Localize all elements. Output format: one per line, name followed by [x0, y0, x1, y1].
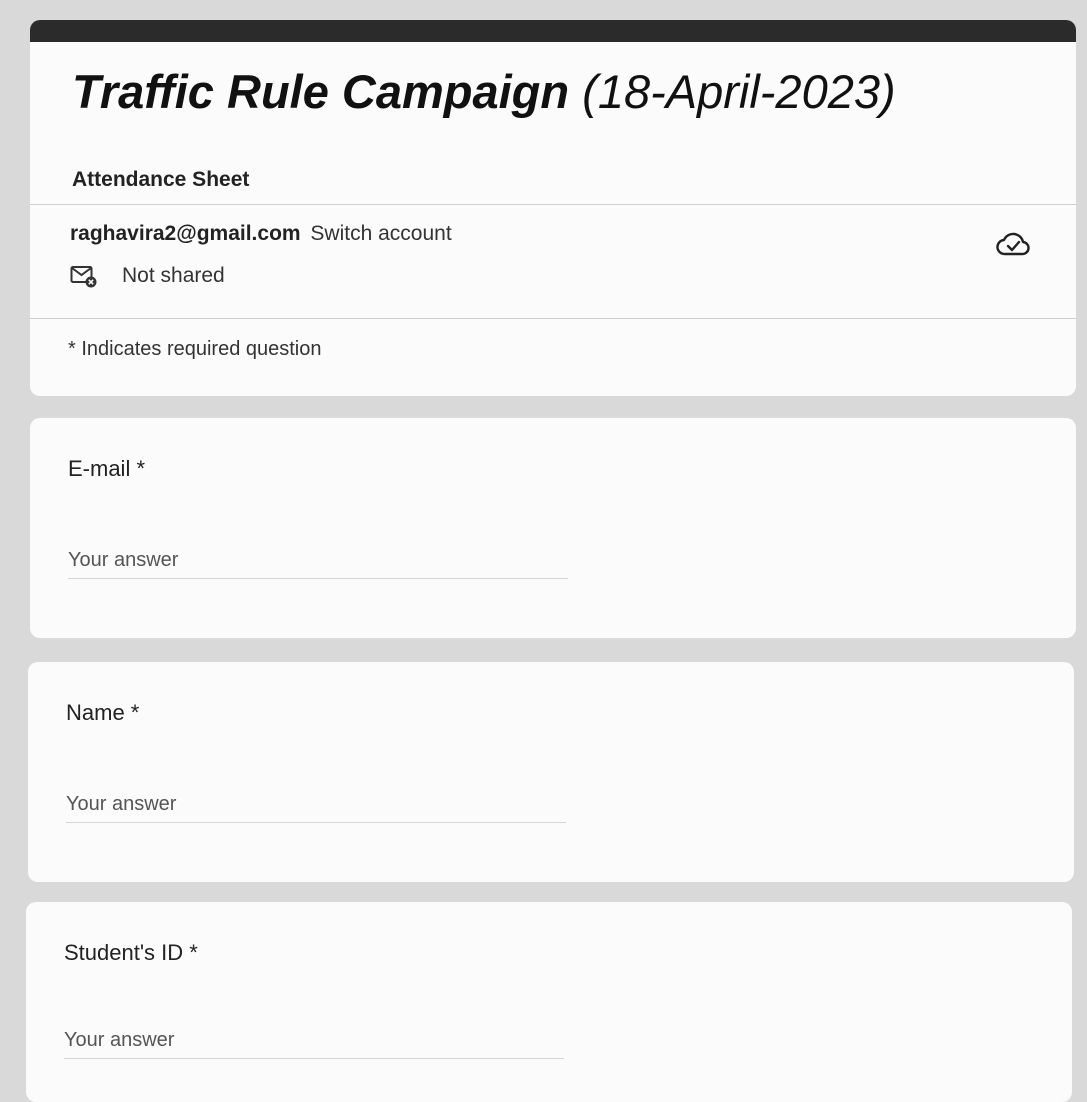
account-row: raghavira2@gmail.com Switch account	[70, 222, 452, 246]
question-card-name: Name *	[28, 662, 1074, 882]
email-answer-input[interactable]	[68, 542, 568, 579]
switch-account-link[interactable]: Switch account	[310, 222, 451, 245]
form-header-card: Traffic Rule Campaign (18-April-2023) At…	[30, 20, 1076, 396]
account-divider	[30, 318, 1076, 319]
form-title-main: Traffic Rule Campaign	[72, 65, 570, 118]
cloud-check-icon	[996, 232, 1030, 256]
shared-status-row: Not shared	[70, 264, 225, 288]
account-email: raghavira2@gmail.com	[70, 222, 301, 245]
form-description: Attendance Sheet	[72, 168, 250, 191]
form-title: Traffic Rule Campaign (18-April-2023)	[72, 64, 896, 120]
required-question-note: * Indicates required question	[68, 338, 322, 360]
question-label-student-id: Student's ID *	[64, 940, 198, 965]
student-id-answer-input[interactable]	[64, 1022, 564, 1059]
header-accent-bar	[30, 20, 1076, 42]
question-card-email: E-mail *	[30, 418, 1076, 638]
question-card-student-id: Student's ID *	[26, 902, 1072, 1102]
form-title-date: (18-April-2023)	[582, 65, 896, 118]
shared-status-text: Not shared	[122, 264, 225, 287]
name-answer-input[interactable]	[66, 786, 566, 823]
mail-not-shared-icon	[70, 266, 97, 288]
question-label-name: Name *	[66, 700, 140, 725]
header-divider	[30, 204, 1076, 205]
question-label-email: E-mail *	[68, 456, 146, 481]
